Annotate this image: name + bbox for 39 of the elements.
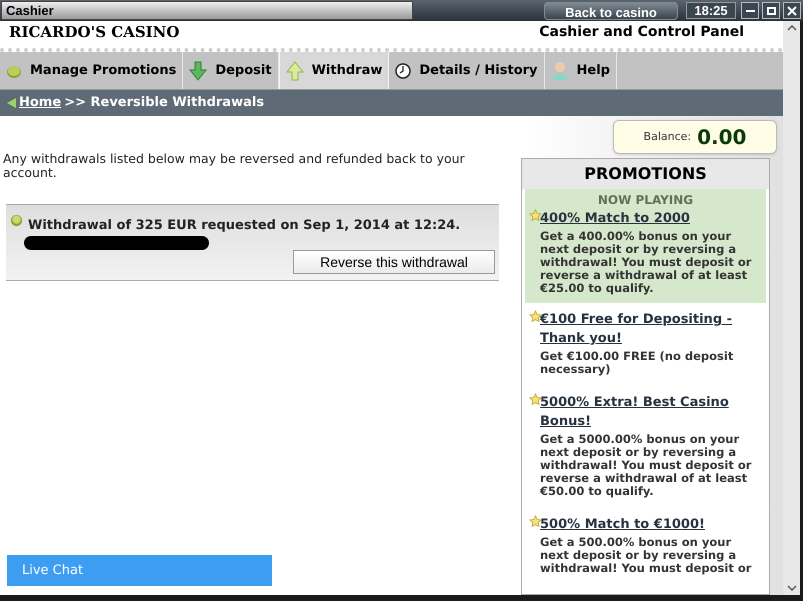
- promotions-title: PROMOTIONS: [522, 159, 769, 189]
- close-icon: [787, 6, 797, 16]
- promotion-link[interactable]: 500% Match to €1000!: [540, 515, 762, 534]
- window-title: Cashier: [1, 1, 413, 20]
- star-icon: [529, 209, 542, 222]
- breadcrumb-current: >> Reversible Withdrawals: [64, 94, 264, 112]
- scrollbar[interactable]: [783, 21, 800, 595]
- star-icon: [529, 515, 542, 528]
- star-icon: [529, 393, 542, 406]
- promotion-description: Get a 400.00% bonus on your next deposit or by reversing a withdrawal! You must deposit or reverse a withdrawal of at least €25.00 to qualify.: [538, 228, 752, 295]
- promotion-link[interactable]: 400% Match to 2000: [540, 209, 762, 228]
- promotion-description: Get €100.00 FREE (no deposit necessary): [539, 348, 734, 376]
- coin-icon: [10, 214, 23, 227]
- promotion-link[interactable]: €100 Free for Depositing - Thank you!: [540, 310, 762, 348]
- promotion-description: Get a 5000.00% bonus on your next deposit or by reversing a withdrawal! You must deposit or reverse a withdrawal of at least €50.00 to qualify.: [538, 431, 752, 498]
- promotion-description: Get a 500.00% bonus on your next deposit or by reversing a withdrawal! You must deposit or: [539, 534, 752, 575]
- balance-value: 0.00: [697, 124, 746, 151]
- scroll-down-icon: [786, 585, 796, 591]
- clock-icon: [395, 62, 412, 78]
- promotion-link[interactable]: 5000% Extra! Best Casino Bonus!: [540, 393, 762, 431]
- withdrawal-text: Withdrawal of 325 EUR requested on Sep 1, 2014 at 12:24.: [28, 217, 460, 235]
- home-link[interactable]: Home: [19, 93, 62, 113]
- casino-brand: RICARDO'S CASINO: [9, 22, 180, 42]
- now-playing-label: NOW PLAYING: [596, 192, 694, 209]
- back-arrow-icon: [7, 98, 16, 108]
- clock: 18:25: [686, 2, 736, 19]
- maximize-button[interactable]: [762, 2, 780, 19]
- up-arrow-icon: [286, 60, 304, 80]
- balance-label: Balance:: [644, 128, 692, 145]
- nav-tab[interactable]: Withdraw: [278, 52, 390, 89]
- down-arrow-icon: [189, 60, 208, 80]
- intro-text: Any withdrawals listed below may be reversed and refunded back to your account.: [2, 152, 466, 180]
- person-icon: [550, 60, 569, 80]
- reverse-withdrawal-button[interactable]: Reverse this withdrawal: [293, 250, 495, 274]
- minimize-button[interactable]: [741, 2, 759, 19]
- panel-title: Cashier and Control Panel: [539, 23, 744, 42]
- close-button[interactable]: [783, 2, 801, 19]
- back-to-casino-button[interactable]: Back to casino: [544, 2, 678, 20]
- scroll-up-icon: [786, 25, 796, 31]
